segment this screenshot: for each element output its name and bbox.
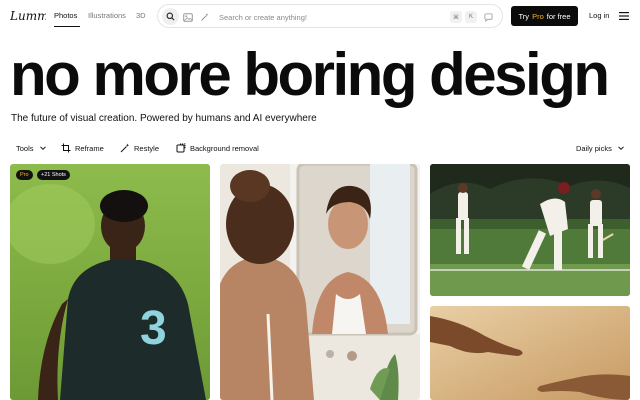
reframe-tool[interactable]: Reframe [61,142,104,154]
image-icon [183,12,193,22]
image-card-cricket-match[interactable] [430,164,630,296]
restyle-label: Restyle [134,143,160,153]
chevron-down-icon [617,146,624,151]
search-input[interactable] [219,11,419,23]
hero-subtitle: The future of visual creation. Powered b… [11,113,317,124]
search-button[interactable] [162,8,179,25]
reframe-label: Reframe [75,143,104,153]
shortcut-key-k: K [465,11,477,23]
jersey-number: 3 [140,302,167,355]
woman-mirror-photo [220,164,420,400]
active-tab-indicator [54,26,80,28]
chevron-down-icon [39,146,46,151]
sort-label: Daily picks [576,143,612,153]
cricket-match-photo [430,164,630,296]
tab-photos[interactable]: Photos [54,11,77,20]
tools-label: Tools [16,143,34,153]
lummi-logo[interactable]: Lummi [10,6,46,26]
svg-text:Lummi: Lummi [10,9,46,23]
background-removal-icon [176,143,186,153]
try-pro-button[interactable]: Try Pro for free [511,6,578,26]
image-card-soccer-player[interactable]: 3 Pro +21 Shots [10,164,210,400]
magic-wand-icon [201,13,209,21]
hero-title: no more boring design [10,41,610,108]
soccer-player-photo: 3 [10,164,210,400]
reaching-hands-photo [430,306,630,400]
shots-count-badge: +21 Shots [37,170,70,180]
search-icon [166,12,175,21]
magic-wand-icon [120,143,130,153]
chat-icon [483,12,493,22]
background-removal-label: Background removal [190,143,259,153]
pro-badge: Pro [16,170,33,180]
image-card-woman-mirror[interactable] [220,164,420,400]
hamburger-menu-icon[interactable] [619,12,629,20]
tab-3d[interactable]: 3D [136,11,146,20]
tools-dropdown[interactable]: Tools [16,142,48,154]
for-free-label: for free [546,11,571,21]
background-removal-tool[interactable]: Background removal [176,142,259,154]
image-card-reaching-hands[interactable] [430,306,630,400]
shortcut-key-cmd: ⌘ [450,11,462,23]
pro-label: Pro [532,11,544,21]
top-header: Lummi Photos Illustrations 3D ⌘ K Try Pr… [0,0,640,32]
tab-illustrations[interactable]: Illustrations [88,11,126,20]
search-bar: ⌘ K [157,4,503,28]
sort-dropdown[interactable]: Daily picks [576,142,626,154]
image-search-button[interactable] [181,10,195,24]
login-link[interactable]: Log in [589,11,609,20]
create-button[interactable] [198,10,212,24]
chat-button[interactable] [481,10,495,24]
try-label: Try [518,11,530,21]
crop-icon [61,143,71,153]
restyle-tool[interactable]: Restyle [120,142,159,154]
